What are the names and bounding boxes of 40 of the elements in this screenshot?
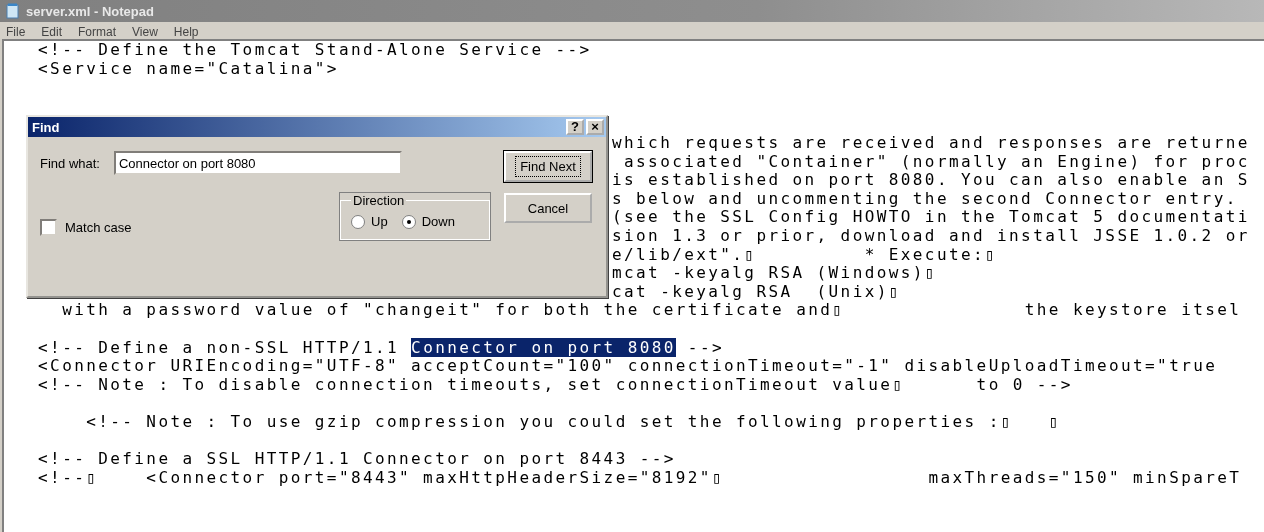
field-label: Find what: xyxy=(40,155,100,171)
code-line: s below and uncommenting the second Connector entry. xyxy=(612,189,1238,209)
code-line: mcat -keyalg RSA (Windows)▯ xyxy=(612,264,937,283)
code-line: associated "Container" (normally an Engine) for proc xyxy=(623,152,1250,172)
radio-label: Up xyxy=(371,214,388,229)
radio-button[interactable] xyxy=(401,214,416,229)
checkbox-label: Match case xyxy=(65,220,132,235)
radio-label: Down xyxy=(421,214,455,229)
menu-item[interactable]: File xyxy=(6,25,26,39)
code-line: <!-- Define a non-SSL HTTP/1.1 Connector on port 8080 --> xyxy=(37,338,724,358)
find-what-field[interactable]: Connector on port 8080 xyxy=(114,151,402,175)
radio-button[interactable] xyxy=(351,214,365,229)
code-line: (see the SSL Config HOWTO in the Tomcat 5 documentati xyxy=(612,208,1250,227)
cancel-button[interactable]: Cancel xyxy=(504,193,592,223)
menu-item[interactable]: Help xyxy=(173,25,199,39)
window-title: server.xml - Notepad xyxy=(26,3,154,19)
close-button[interactable]: × xyxy=(586,119,604,135)
code-line: is established on port 8080. You can also enable an S xyxy=(612,171,1250,190)
code-line: <!--▯ <Connector port="8443" maxHttpHeaderSize="8192"▯ maxThreads="150" minSpareT xyxy=(37,468,1242,488)
code-line: <!-- Note : To disable connection timeouts, set connectionTimeout value▯ to 0 --> xyxy=(37,375,1073,395)
code-line: <!-- Note : To use gzip compression you could set the following properties :▯ ▯ xyxy=(85,412,1061,432)
code-line: sion 1.3 or prior, download and install JSSE 1.0.2 or xyxy=(612,226,1250,246)
code-line: <Service name="Catalina"> xyxy=(37,59,339,79)
code-line: <!-- Define a SSL HTTP/1.1 Connector on port 8443 --> xyxy=(37,450,676,469)
find-next-button[interactable]: Find Next xyxy=(504,151,592,182)
dialog-title: Find xyxy=(32,119,60,135)
code-line: with a password value of "changeit" for both the certificate and▯ the keystore itsel xyxy=(61,301,1242,320)
help-button[interactable]: ? xyxy=(566,119,584,135)
menu-item[interactable]: Format xyxy=(78,25,117,39)
code-line: <Connector URIEncoding="UTF-8" acceptCount="100" connectionTimeout="-1" disableUploadTimeout="true xyxy=(37,357,1218,376)
text-editor[interactable] xyxy=(2,39,1264,532)
group-label: Direction xyxy=(352,193,406,208)
match-case-checkbox[interactable] xyxy=(40,219,57,236)
code-line: <!-- Define the Tomcat Stand-Alone Service --> xyxy=(37,41,592,60)
menu-item[interactable]: View xyxy=(132,25,158,39)
code-line: which requests are received and responses are returne xyxy=(612,133,1250,153)
code-line: e/lib/ext".▯ * Execute:▯ xyxy=(612,245,998,265)
code-line: cat -keyalg RSA (Unix)▯ xyxy=(612,282,901,302)
menu-item[interactable]: Edit xyxy=(41,25,63,39)
notepad-icon xyxy=(6,3,20,19)
